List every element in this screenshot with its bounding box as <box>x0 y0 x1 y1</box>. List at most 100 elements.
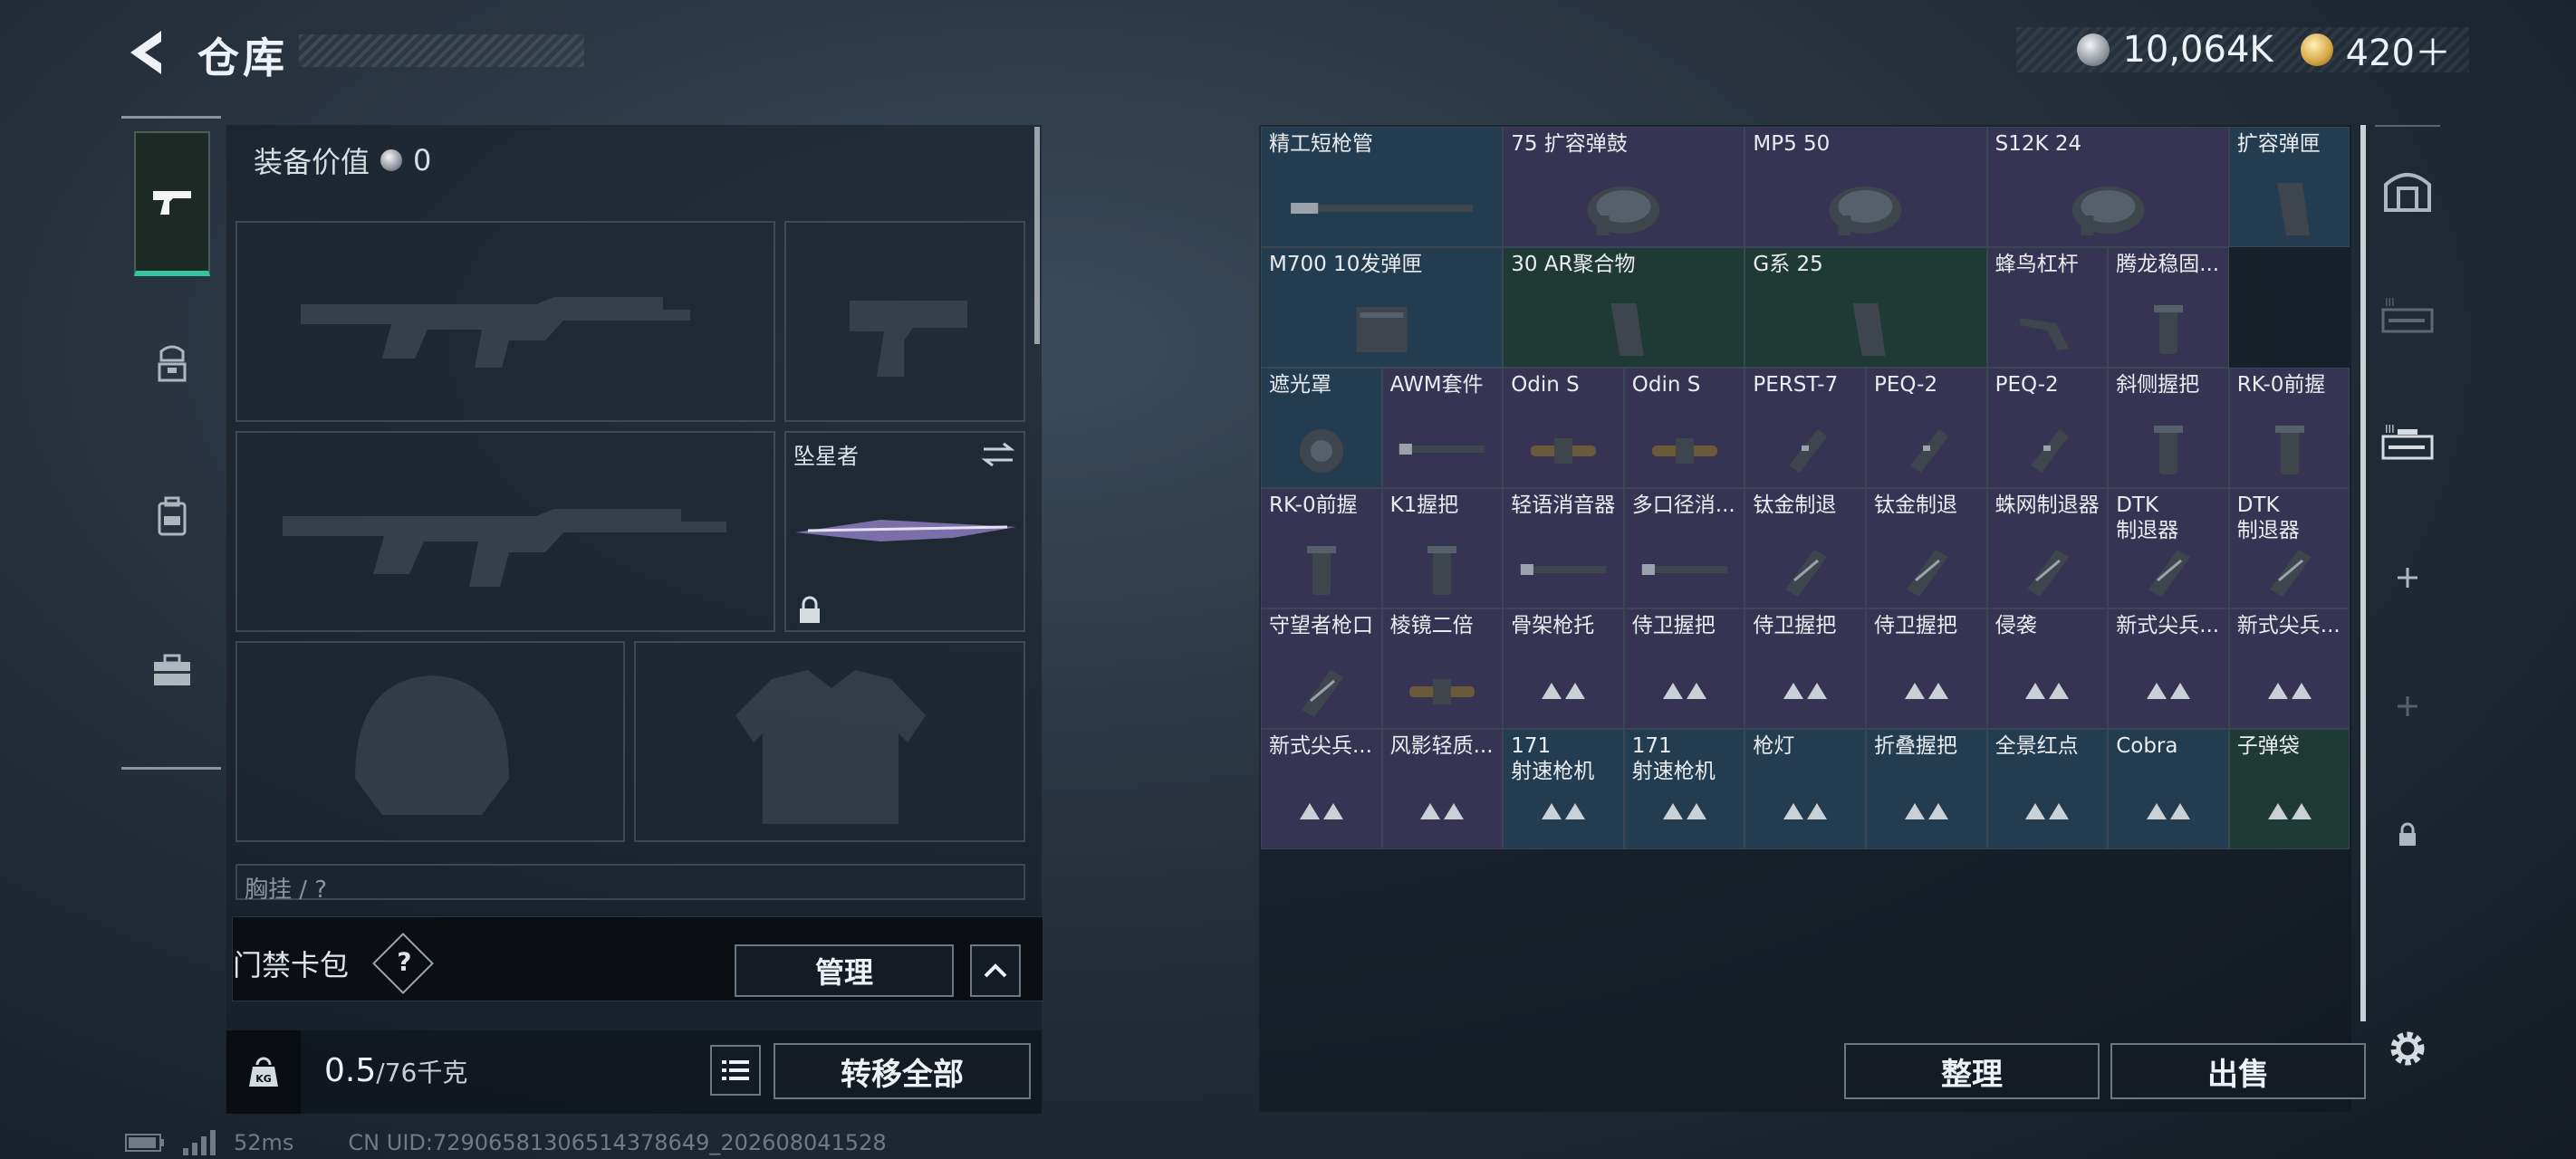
tab-toolbox[interactable] <box>134 599 210 743</box>
stash-item[interactable]: S12K 24 <box>1986 127 2229 247</box>
help-icon[interactable]: ? <box>372 933 435 994</box>
stash-item-name: Odin S <box>1631 373 1701 397</box>
stash-item[interactable]: RK-0前握 <box>2228 368 2350 488</box>
stash-item-art <box>1988 541 2108 600</box>
stash-item[interactable]: K1握把 <box>1381 488 1504 608</box>
helmet-slot[interactable] <box>235 641 625 842</box>
stash-item[interactable]: Cobra <box>2108 729 2229 849</box>
stash-item[interactable]: 骨架枪托 <box>1503 608 1624 729</box>
settings-button[interactable] <box>2379 1020 2437 1078</box>
expand-button[interactable] <box>970 944 1021 997</box>
stash-item-art <box>2109 781 2228 841</box>
stash-item-art <box>2109 661 2228 721</box>
stash-item[interactable]: PEQ-2 <box>1986 368 2109 488</box>
stash-item[interactable]: 钛金制退 <box>1866 488 1987 608</box>
stash-item[interactable]: 蜂鸟杠杆 <box>1986 247 2109 368</box>
stash-item[interactable]: 侵袭 <box>1986 608 2109 729</box>
stash-item[interactable]: DTK 制退器 <box>2228 488 2350 608</box>
kettlebell-icon: KG <box>249 1057 278 1087</box>
stash-item[interactable]: 棱镜二倍 <box>1381 608 1504 729</box>
stash-item[interactable]: MP5 50 <box>1745 127 1987 247</box>
stash-item-art <box>1262 541 1381 600</box>
stash-item[interactable]: 新式尖兵... <box>2228 608 2350 729</box>
primary-weapon-slot[interactable] <box>235 221 775 422</box>
stash-item[interactable]: 75 扩容弹鼓 <box>1503 127 1745 247</box>
rifle-case-tab[interactable]: III <box>2379 288 2437 346</box>
stash-item[interactable]: DTK 制退器 <box>2108 488 2229 608</box>
stash-item[interactable]: 侍卫握把 <box>1745 608 1866 729</box>
stash-item[interactable]: 轻语消音器 <box>1503 488 1624 608</box>
helmet-vest-icon <box>158 345 187 382</box>
drum-magazine-icon <box>1829 187 1902 235</box>
manage-button[interactable]: 管理 <box>735 944 954 997</box>
safe-box-tab[interactable] <box>2379 161 2437 219</box>
stash-item[interactable]: 新式尖兵... <box>2108 608 2229 729</box>
stash-item-name: 腾龙稳固... <box>2116 253 2220 276</box>
stash-item[interactable]: 蛛网制退器 <box>1986 488 2109 608</box>
tab-backpack[interactable] <box>134 445 210 589</box>
stash-item-name: PERST-7 <box>1753 373 1839 397</box>
stash-item-name: 钛金制退 <box>1753 493 1837 517</box>
currency-bar[interactable]: 10,064K 420＋ <box>2016 27 2469 74</box>
stash-item[interactable]: PEQ-2 <box>1866 368 1987 488</box>
stash-item[interactable]: RK-0前握 <box>1261 488 1382 608</box>
list-view-button[interactable] <box>710 1045 761 1096</box>
chest-rig-slot[interactable]: 胸挂 / ? <box>235 864 1025 904</box>
magazine-icon <box>1852 303 1886 356</box>
stash-item-art <box>1988 179 2228 239</box>
pistol-slot[interactable] <box>784 221 1025 422</box>
drum-magazine-icon <box>2071 187 2145 235</box>
stash-item[interactable]: 钛金制退 <box>1745 488 1866 608</box>
transfer-all-button[interactable]: 转移全部 <box>774 1043 1031 1099</box>
stash-item[interactable]: M700 10发弹匣 <box>1261 247 1504 368</box>
tier-triangle-icon <box>1783 803 1804 819</box>
stash-item[interactable]: 扩容弹匣 <box>2228 127 2350 247</box>
stash-scrollbar[interactable] <box>2360 125 2366 1021</box>
stash-item[interactable]: 精工短枪管 <box>1261 127 1504 247</box>
muzzle-brake-icon <box>1785 550 1828 597</box>
loadout-scrollbar[interactable] <box>1034 127 1040 344</box>
scope-icon <box>1530 438 1596 464</box>
stash-item[interactable]: 斜侧握把 <box>2108 368 2229 488</box>
secondary-weapon-slot[interactable] <box>235 431 775 632</box>
stash-item[interactable]: 全景红点 <box>1986 729 2109 849</box>
stash-item[interactable]: Odin S <box>1623 368 1745 488</box>
stash-item[interactable]: 遮光罩 <box>1261 368 1382 488</box>
stash-item[interactable]: 折叠握把 <box>1866 729 1987 849</box>
add-stash-button[interactable] <box>2379 549 2437 607</box>
tab-weapons[interactable] <box>134 131 210 276</box>
stash-item-art <box>1262 179 1502 239</box>
stash-item[interactable]: 171 射速枪机 <box>1623 729 1745 849</box>
equipment-value: 装备价值 0 <box>254 139 431 181</box>
stash-item[interactable]: 30 AR聚合物 <box>1503 247 1745 368</box>
tab-gear[interactable] <box>134 291 210 436</box>
tier-triangle-icon <box>1322 803 1343 819</box>
sort-button[interactable]: 整理 <box>1844 1043 2100 1099</box>
stash-item[interactable]: 腾龙稳固... <box>2108 247 2229 368</box>
stash-item[interactable]: 守望者枪口 <box>1261 608 1382 729</box>
stash-item-name: 多口径消... <box>1631 493 1735 517</box>
stash-item[interactable]: 多口径消... <box>1623 488 1745 608</box>
stash-item[interactable]: 侍卫握把 <box>1866 608 1987 729</box>
swap-icon[interactable] <box>980 440 1016 469</box>
stash-item-name: DTK 制退器 <box>2236 493 2300 542</box>
tier-triangle-icon <box>1444 803 1465 819</box>
tier-triangle-icon <box>1564 683 1585 699</box>
back-button[interactable] <box>125 27 170 78</box>
stash-item[interactable]: 新式尖兵... <box>1261 729 1382 849</box>
melee-name: 坠星者 <box>793 444 859 469</box>
stash-item[interactable]: 风影轻质... <box>1381 729 1504 849</box>
stash-item[interactable]: 子弹袋 <box>2228 729 2350 849</box>
stash-item[interactable]: PERST-7 <box>1745 368 1866 488</box>
scoped-rifle-tab[interactable]: III <box>2379 415 2437 473</box>
stash-item-name: PEQ-2 <box>1874 373 1938 397</box>
stash-item[interactable]: 枪灯 <box>1745 729 1866 849</box>
stash-item[interactable]: 171 射速枪机 <box>1503 729 1624 849</box>
stash-item[interactable]: AWM套件 <box>1381 368 1504 488</box>
sell-button[interactable]: 出售 <box>2110 1043 2366 1099</box>
stash-item[interactable]: Odin S <box>1503 368 1624 488</box>
melee-slot[interactable]: 坠星者 <box>784 431 1025 632</box>
armor-slot[interactable] <box>634 641 1025 842</box>
stash-item[interactable]: 侍卫握把 <box>1623 608 1745 729</box>
stash-item[interactable]: G系 25 <box>1745 247 1987 368</box>
